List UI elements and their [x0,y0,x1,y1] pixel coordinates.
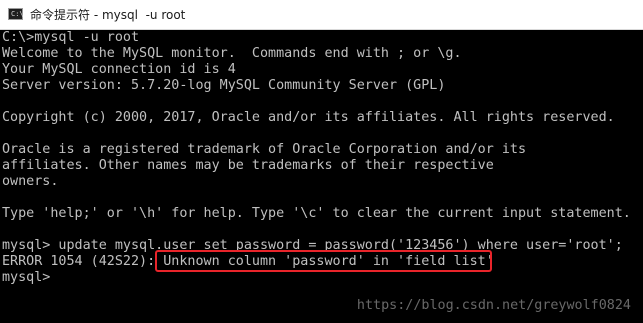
console-line: Welcome to the MySQL monitor. Commands e… [2,46,462,61]
console-line: Type 'help;' or '\h' for help. Type '\c'… [2,206,631,221]
console-line: Your MySQL connection id is 4 [2,62,236,77]
console-icon: C:\ [8,8,24,20]
console-line: C:\>mysql -u root [2,30,140,45]
console-output[interactable]: C:\>mysql -u root Welcome to the MySQL m… [0,30,643,323]
command-prompt-window: C:\ 命令提示符 - mysql -u root C:\>mysql -u r… [0,0,643,323]
error-highlight-box [155,250,492,272]
console-line: owners. [2,174,59,189]
window-title: 命令提示符 - mysql -u root [30,8,186,22]
console-line: affiliates. Other names may be trademark… [2,158,494,173]
title-bar[interactable]: C:\ 命令提示符 - mysql -u root [0,0,643,30]
watermark-text: https://blog.csdn.net/greywolf0824 [356,298,631,313]
console-line: Oracle is a registered trademark of Orac… [2,142,527,157]
console-prompt-line: mysql> [2,270,51,285]
console-line: Server version: 5.7.20-log MySQL Communi… [2,78,446,93]
console-line: Copyright (c) 2000, 2017, Oracle and/or … [2,110,615,125]
